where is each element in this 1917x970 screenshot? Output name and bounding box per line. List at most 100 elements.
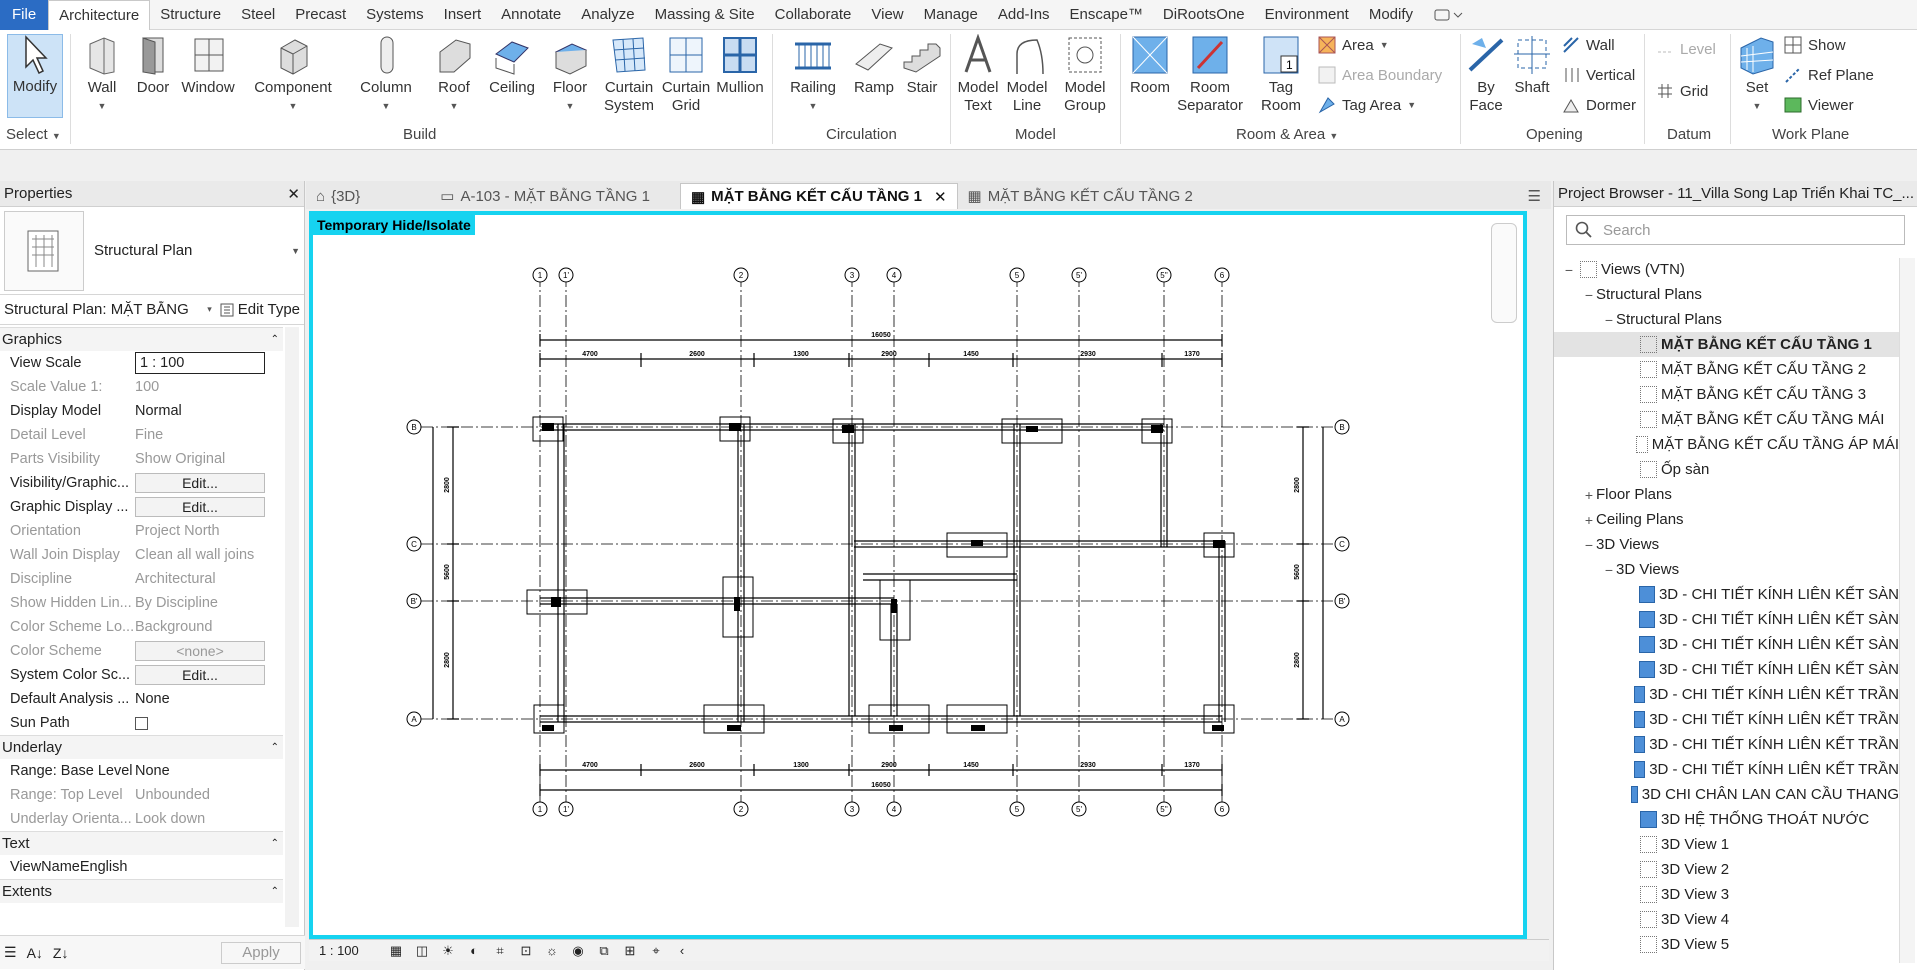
crop-view-icon[interactable]: ⌗ (491, 943, 509, 959)
curtain-system-button[interactable]: Curtain System (603, 34, 655, 115)
model-line-button[interactable]: Model Line (1003, 34, 1051, 115)
browser-search-input[interactable]: Search (1566, 215, 1905, 245)
temporary-hide-icon[interactable]: ☼ (543, 943, 561, 959)
browser-view-item[interactable]: 3D View 5 (1554, 932, 1899, 957)
room-button[interactable]: Room (1126, 34, 1174, 97)
level-button[interactable]: Level (1656, 40, 1716, 58)
menu-manage[interactable]: Manage (914, 0, 988, 30)
menu-dirootsone[interactable]: DiRootsOne (1153, 0, 1255, 30)
browser-view-item[interactable]: MẶT BẰNG KẾT CẤU TẦNG 3 (1554, 382, 1899, 407)
sort-za-icon[interactable]: Z↓ (53, 945, 69, 961)
menu-environment[interactable]: Environment (1255, 0, 1359, 30)
menu-add-ins[interactable]: Add-Ins (988, 0, 1060, 30)
roof-button[interactable]: Roof ▼ (432, 34, 476, 115)
curtain-grid-button[interactable]: Curtain Grid (660, 34, 712, 115)
tab-a103[interactable]: ▭ A-103 - MẶT BẰNG TẦNG 1 (430, 183, 660, 209)
sort-az-icon[interactable]: A↓ (27, 945, 43, 961)
section-text[interactable]: Text ⌃ (0, 831, 283, 855)
browser-view-item[interactable]: 3D CHI CHÂN LAN CAN CẦU THANG (1554, 782, 1899, 807)
wall-opening-button[interactable]: Wall (1562, 36, 1615, 54)
sun-path-icon[interactable]: ☀ (439, 943, 457, 959)
model-group-button[interactable]: Model Group (1057, 34, 1113, 115)
collapse-icon[interactable]: − (1602, 562, 1616, 578)
tag-room-button[interactable]: 1 Tag Room (1256, 34, 1306, 115)
visual-style-icon[interactable]: ◫ (413, 943, 431, 959)
browser-folder[interactable]: − Structural Plans (1554, 282, 1899, 307)
prop-value[interactable]: None (133, 691, 283, 707)
menu-structure[interactable]: Structure (150, 0, 231, 30)
dormer-button[interactable]: Dormer (1562, 96, 1636, 114)
browser-view-item[interactable]: 3D View 2 (1554, 857, 1899, 882)
collapse-icon[interactable]: − (1602, 312, 1616, 328)
menu-collaborate[interactable]: Collaborate (765, 0, 862, 30)
menu-massing-site[interactable]: Massing & Site (645, 0, 765, 30)
prop-value[interactable]: Normal (133, 403, 283, 419)
grid-button[interactable]: Grid (1656, 82, 1708, 100)
collapse-icon[interactable]: − (1582, 537, 1596, 553)
by-face-button[interactable]: By Face (1466, 34, 1506, 115)
browser-scrollbar[interactable] (1899, 258, 1915, 963)
section-extents[interactable]: Extents ⌃ (0, 879, 283, 903)
constraints-icon[interactable]: ⌖ (647, 943, 665, 959)
section-graphics[interactable]: Graphics ⌃ (0, 327, 283, 351)
ramp-button[interactable]: Ramp (850, 34, 898, 97)
analytical-model-icon[interactable]: ⊞ (621, 943, 639, 959)
wall-button[interactable]: Wall ▼ (80, 34, 124, 115)
browser-view-item[interactable]: 3D - CHI TIẾT KÍNH LIÊN KẾT SÀN (1554, 657, 1899, 682)
section-underlay[interactable]: Underlay ⌃ (0, 735, 283, 759)
menu-annotate[interactable]: Annotate (491, 0, 571, 30)
tab-3d[interactable]: ⌂ {3D} (306, 183, 370, 209)
edit-type-button[interactable]: Edit Type (220, 301, 300, 318)
menu-file[interactable]: File (0, 0, 49, 30)
scroll-left-icon[interactable]: ‹ (673, 943, 691, 959)
prop-value[interactable] (133, 716, 283, 730)
mullion-button[interactable]: Mullion (714, 34, 766, 97)
detail-level-icon[interactable]: ▦ (387, 943, 405, 959)
shadows-icon[interactable]: ◐ (465, 943, 483, 959)
browser-view-item[interactable]: MẶT BẰNG KẾT CẤU TẦNG ÁP MÁI (1554, 432, 1899, 457)
edit-button[interactable]: Edit... (135, 497, 265, 517)
browser-view-item[interactable]: 3D - CHI TIẾT KÍNH LIÊN KẾT SÀN (1554, 582, 1899, 607)
expand-icon[interactable]: + (1582, 512, 1596, 528)
collapse-icon[interactable]: − (1562, 262, 1576, 278)
panel-select[interactable]: Select ▼ (6, 126, 61, 143)
set-button[interactable]: Set ▼ (1736, 34, 1778, 115)
menu-view[interactable]: View (861, 0, 913, 30)
model-text-button[interactable]: Model Text (953, 34, 1003, 115)
browser-view-item[interactable]: 3D - CHI TIẾT KÍNH LIÊN KẾT SÀN (1554, 607, 1899, 632)
collapse-icon[interactable]: − (1582, 287, 1596, 303)
browser-folder[interactable]: + Floor Plans (1554, 482, 1899, 507)
menu-insert[interactable]: Insert (434, 0, 492, 30)
vertical-opening-button[interactable]: Vertical (1562, 66, 1635, 84)
menu-systems[interactable]: Systems (356, 0, 434, 30)
column-button[interactable]: Column ▼ (358, 34, 414, 115)
browser-folder[interactable]: + Ceiling Plans (1554, 507, 1899, 532)
expand-icon[interactable]: + (1582, 487, 1596, 503)
prop-value[interactable]: Edit... (133, 473, 283, 493)
browser-view-item[interactable]: 3D View 4 (1554, 907, 1899, 932)
menu-steel[interactable]: Steel (231, 0, 285, 30)
browser-view-item[interactable]: MẶT BẰNG KẾT CẤU TẦNG 2 (1554, 357, 1899, 382)
ribbon-toggle-icon[interactable] (1423, 0, 1473, 30)
area-button[interactable]: Area ▼ (1318, 36, 1389, 54)
tab-structural-plan-2[interactable]: ▦ MẶT BẰNG KẾT CẤU TẦNG 2 (958, 183, 1203, 209)
apply-button[interactable]: Apply (221, 941, 301, 964)
prop-value[interactable]: None (133, 763, 283, 779)
menu-analyze[interactable]: Analyze (571, 0, 644, 30)
railing-button[interactable]: Railing ▼ (786, 34, 840, 115)
type-selector[interactable]: Structural Plan ▼ (0, 207, 304, 295)
area-boundary-button[interactable]: Area Boundary (1318, 66, 1442, 84)
prop-value[interactable]: <none> (133, 641, 283, 661)
worksharing-icon[interactable]: ⧉ (595, 943, 613, 959)
drawing-canvas[interactable]: Temporary Hide/Isolate 1 1 1' 1' 2 2 3 3… (309, 211, 1527, 939)
stair-button[interactable]: Stair (900, 34, 944, 97)
room-separator-button[interactable]: Room Separator (1176, 34, 1244, 115)
instance-filter-select[interactable]: Structural Plan: MẶT BẰNG (4, 301, 199, 318)
prop-value[interactable]: Edit... (133, 665, 283, 685)
chevron-down-icon[interactable]: ▾ (207, 304, 212, 315)
browser-view-item[interactable]: 3D View 1 (1554, 832, 1899, 857)
ref-plane-button[interactable]: Ref Plane (1784, 66, 1874, 84)
menu-precast[interactable]: Precast (285, 0, 356, 30)
component-button[interactable]: Component ▼ (250, 34, 336, 115)
tabs-menu-icon[interactable]: ☰ (1518, 183, 1551, 209)
